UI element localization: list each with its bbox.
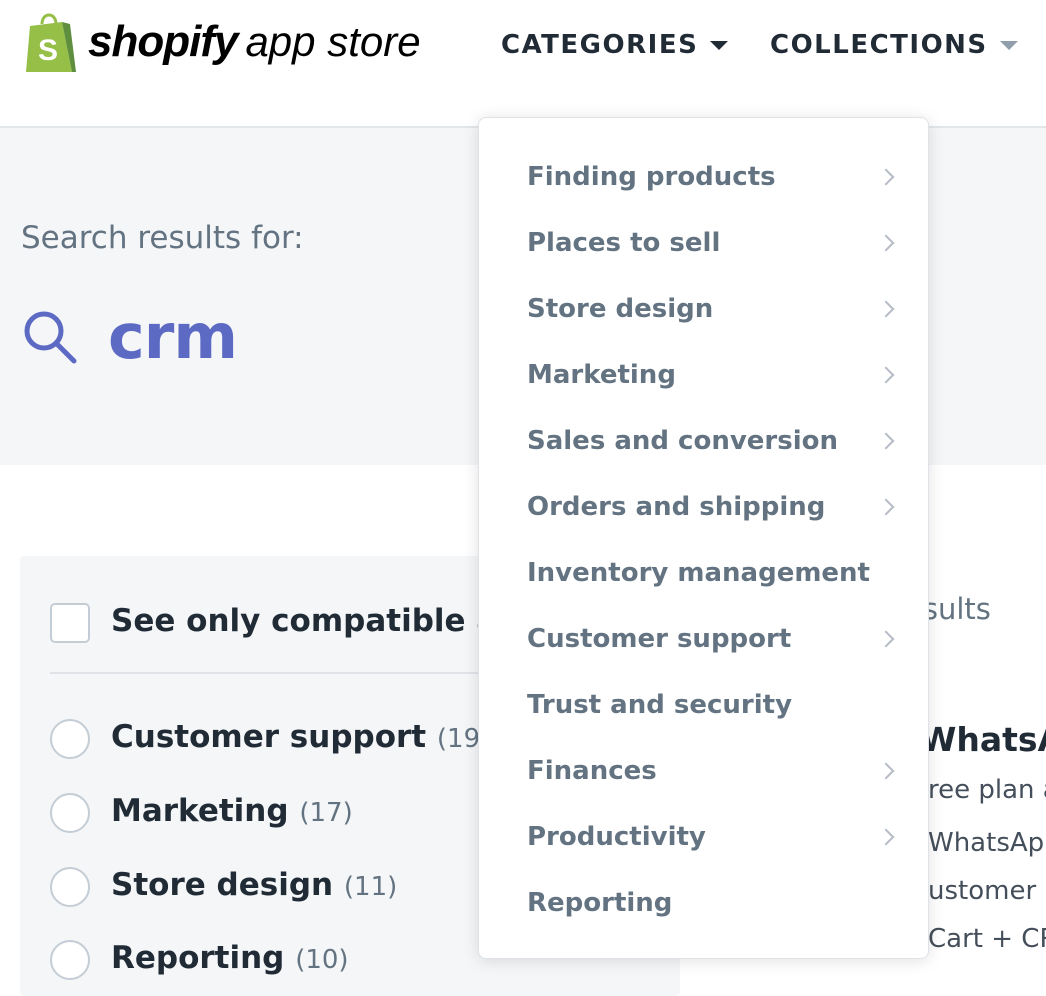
chevron-right-icon — [877, 366, 895, 384]
app-title-fragment[interactable]: WhatsA — [920, 720, 1046, 759]
category-radio[interactable] — [50, 793, 90, 833]
chevron-right-icon — [877, 762, 895, 780]
dropdown-item[interactable]: Sales and conversion — [527, 416, 895, 466]
category-name: Marketing — [111, 793, 289, 829]
compatible-checkbox[interactable] — [50, 603, 90, 643]
category-radio[interactable] — [50, 719, 90, 759]
dropdown-item[interactable]: Marketing — [527, 350, 895, 400]
dropdown-item[interactable]: Trust and security — [527, 680, 892, 730]
dropdown-item[interactable]: Places to sell — [527, 218, 895, 268]
chevron-right-icon — [877, 300, 895, 318]
categories-dropdown: Finding products Places to sell Store desi… — [478, 117, 929, 959]
dropdown-item-label: Sales and conversion — [527, 426, 839, 456]
category-count: (10) — [295, 945, 349, 975]
app-description-fragment: ustomer — [928, 876, 1037, 906]
category-option[interactable]: Store design (11) — [111, 867, 397, 903]
chevron-right-icon — [877, 168, 895, 186]
dropdown-item-label: Marketing — [527, 360, 676, 390]
nav-categories-label: CATEGORIES — [501, 30, 699, 60]
chevron-right-icon — [877, 828, 895, 846]
chevron-right-icon — [877, 234, 895, 252]
dropdown-item-label: Finding products — [527, 162, 776, 192]
dropdown-item-label: Places to sell — [527, 228, 721, 258]
logo-word-shopify: shopify — [88, 17, 238, 66]
dropdown-item[interactable]: Finding products — [527, 152, 895, 202]
caret-down-icon — [710, 40, 729, 50]
caret-down-icon — [999, 40, 1018, 50]
dropdown-item-label: Customer support — [527, 624, 792, 654]
header: S shopify app store CATEGORIES COLLECTIO… — [0, 0, 1046, 128]
nav-collections-label: COLLECTIONS — [770, 30, 988, 60]
dropdown-item-label: Finances — [527, 756, 657, 786]
category-count: (17) — [299, 798, 353, 828]
shopping-bag-icon: S — [26, 13, 76, 72]
divider — [50, 672, 490, 674]
dropdown-item[interactable]: Store design — [527, 284, 895, 334]
search-icon — [24, 311, 77, 363]
svg-text:S: S — [38, 34, 58, 67]
nav-collections[interactable]: COLLECTIONS — [770, 30, 1018, 60]
category-option[interactable]: Reporting (10) — [111, 940, 349, 976]
dropdown-item[interactable]: Productivity — [527, 812, 895, 862]
dropdown-item-label: Store design — [527, 294, 714, 324]
app-pricing-fragment: ree plan a — [928, 775, 1046, 805]
dropdown-item-label: Trust and security — [527, 690, 793, 720]
search-results-label: Search results for: — [21, 220, 304, 256]
category-name: Reporting — [111, 940, 285, 976]
dropdown-item[interactable]: Inventory management — [527, 548, 892, 598]
app-description-fragment: WhatsAp — [928, 828, 1045, 858]
dropdown-item-label: Reporting — [527, 888, 673, 918]
dropdown-item[interactable]: Orders and shipping — [527, 482, 895, 532]
category-name: Store design — [111, 867, 334, 903]
dropdown-item[interactable]: Customer support — [527, 614, 895, 664]
app-description-fragment: Cart + CR — [928, 924, 1046, 954]
chevron-right-icon — [877, 630, 895, 648]
dropdown-item[interactable]: Reporting — [527, 878, 892, 928]
category-radio[interactable] — [50, 940, 90, 980]
search-query-text: crm — [108, 300, 238, 373]
dropdown-item-label: Orders and shipping — [527, 492, 826, 522]
dropdown-item-label: Productivity — [527, 822, 706, 852]
category-count: (11) — [343, 872, 398, 902]
compatible-label: See only compatible a — [111, 603, 498, 639]
category-option[interactable]: Customer support (19) — [111, 719, 490, 755]
chevron-right-icon — [877, 498, 895, 516]
dropdown-item[interactable]: Finances — [527, 746, 895, 796]
nav-categories[interactable]: CATEGORIES — [501, 30, 729, 60]
chevron-right-icon — [877, 432, 895, 450]
dropdown-item-label: Inventory management — [527, 558, 870, 588]
category-name: Customer support — [111, 719, 427, 755]
search-query: crm — [22, 300, 238, 373]
shopify-app-store-logo[interactable]: S shopify app store — [24, 10, 421, 74]
category-radio[interactable] — [50, 867, 90, 907]
category-option[interactable]: Marketing (17) — [111, 793, 353, 829]
logo-word-app-store: app store — [245, 18, 421, 65]
